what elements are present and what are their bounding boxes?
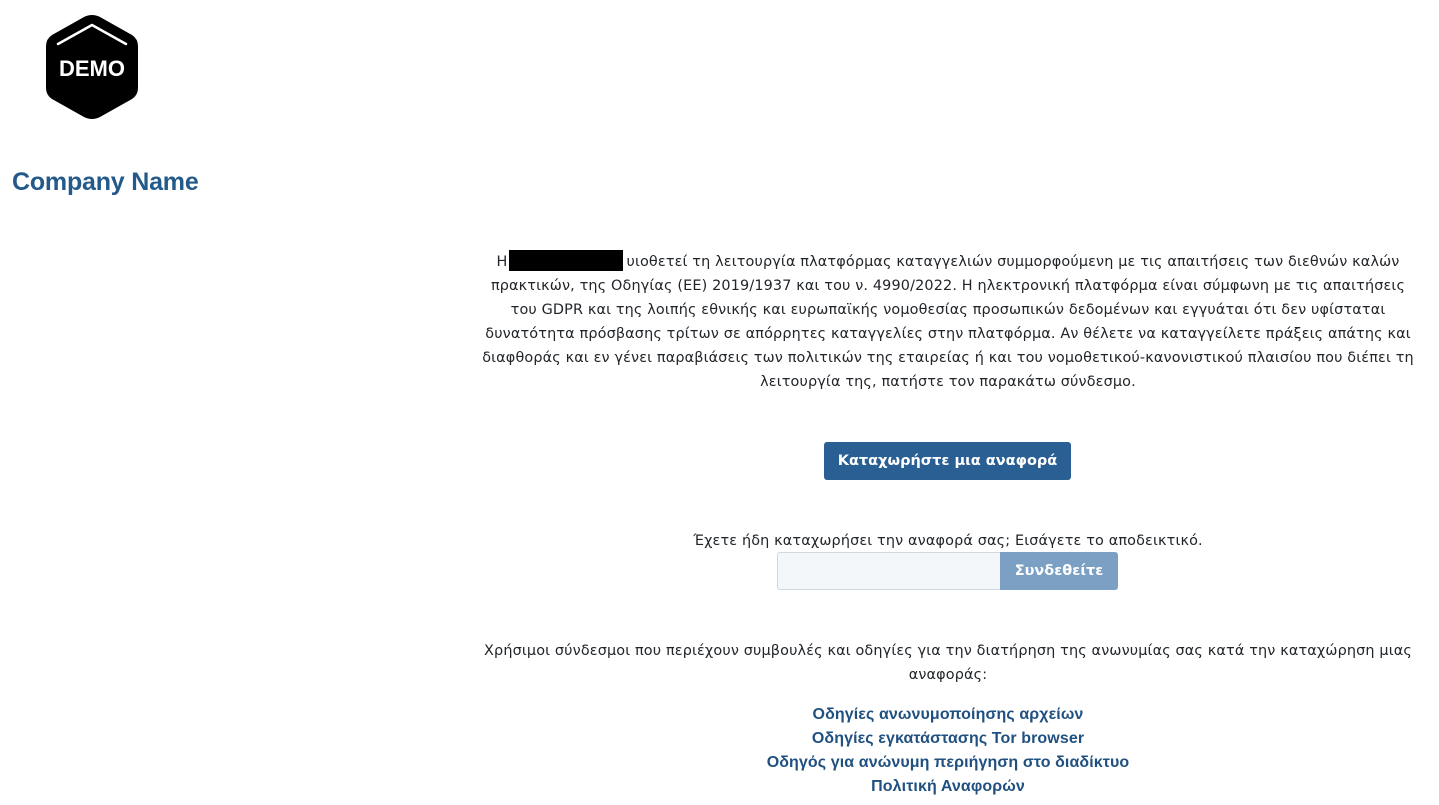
page: DEMO Company Name Ηυιοθετεί τη λειτουργί… [0, 0, 1439, 805]
login-prompt: Έχετε ήδη καταχωρήσει την αναφορά σας; Ε… [693, 533, 1203, 549]
company-name: Company Name [12, 168, 199, 196]
submit-report-button[interactable]: Καταχωρήστε μια αναφορά [824, 442, 1071, 480]
receipt-login-form: Συνδεθείτε [777, 552, 1118, 590]
list-item: Οδηγός για ανώνυμη περιήγηση στο διαδίκτ… [478, 750, 1418, 774]
intro-prefix: Η [496, 254, 508, 270]
redacted-name [509, 250, 624, 271]
login-button[interactable]: Συνδεθείτε [1000, 552, 1118, 590]
useful-links-intro: Χρήσιμοι σύνδεσμοι που περιέχουν συμβουλ… [484, 643, 1412, 683]
link-anonymize-files[interactable]: Οδηγίες ανωνυμοποίησης αρχείων [813, 706, 1084, 723]
intro-text: υιοθετεί τη λειτουργία πλατφόρμας καταγγ… [482, 254, 1414, 390]
list-item: Οδηγίες ανωνυμοποίησης αρχείων [478, 702, 1418, 726]
list-item: Οδηγίες εγκατάστασης Tor browser [478, 726, 1418, 750]
list-item: Πολιτική Αναφορών [478, 774, 1418, 798]
link-anonymous-browsing[interactable]: Οδηγός για ανώνυμη περιήγηση στο διαδίκτ… [767, 754, 1130, 771]
demo-logo: DEMO [46, 15, 138, 119]
receipt-input[interactable] [777, 552, 1000, 590]
link-tor-install[interactable]: Οδηγίες εγκατάστασης Tor browser [812, 730, 1084, 747]
link-report-policy[interactable]: Πολιτική Αναφορών [871, 778, 1025, 795]
useful-links-list: Οδηγίες ανωνυμοποίησης αρχείων Οδηγίες ε… [478, 702, 1418, 798]
intro-paragraph: Ηυιοθετεί τη λειτουργία πλατφόρμας καταγ… [478, 250, 1418, 394]
logo-text: DEMO [59, 56, 125, 81]
